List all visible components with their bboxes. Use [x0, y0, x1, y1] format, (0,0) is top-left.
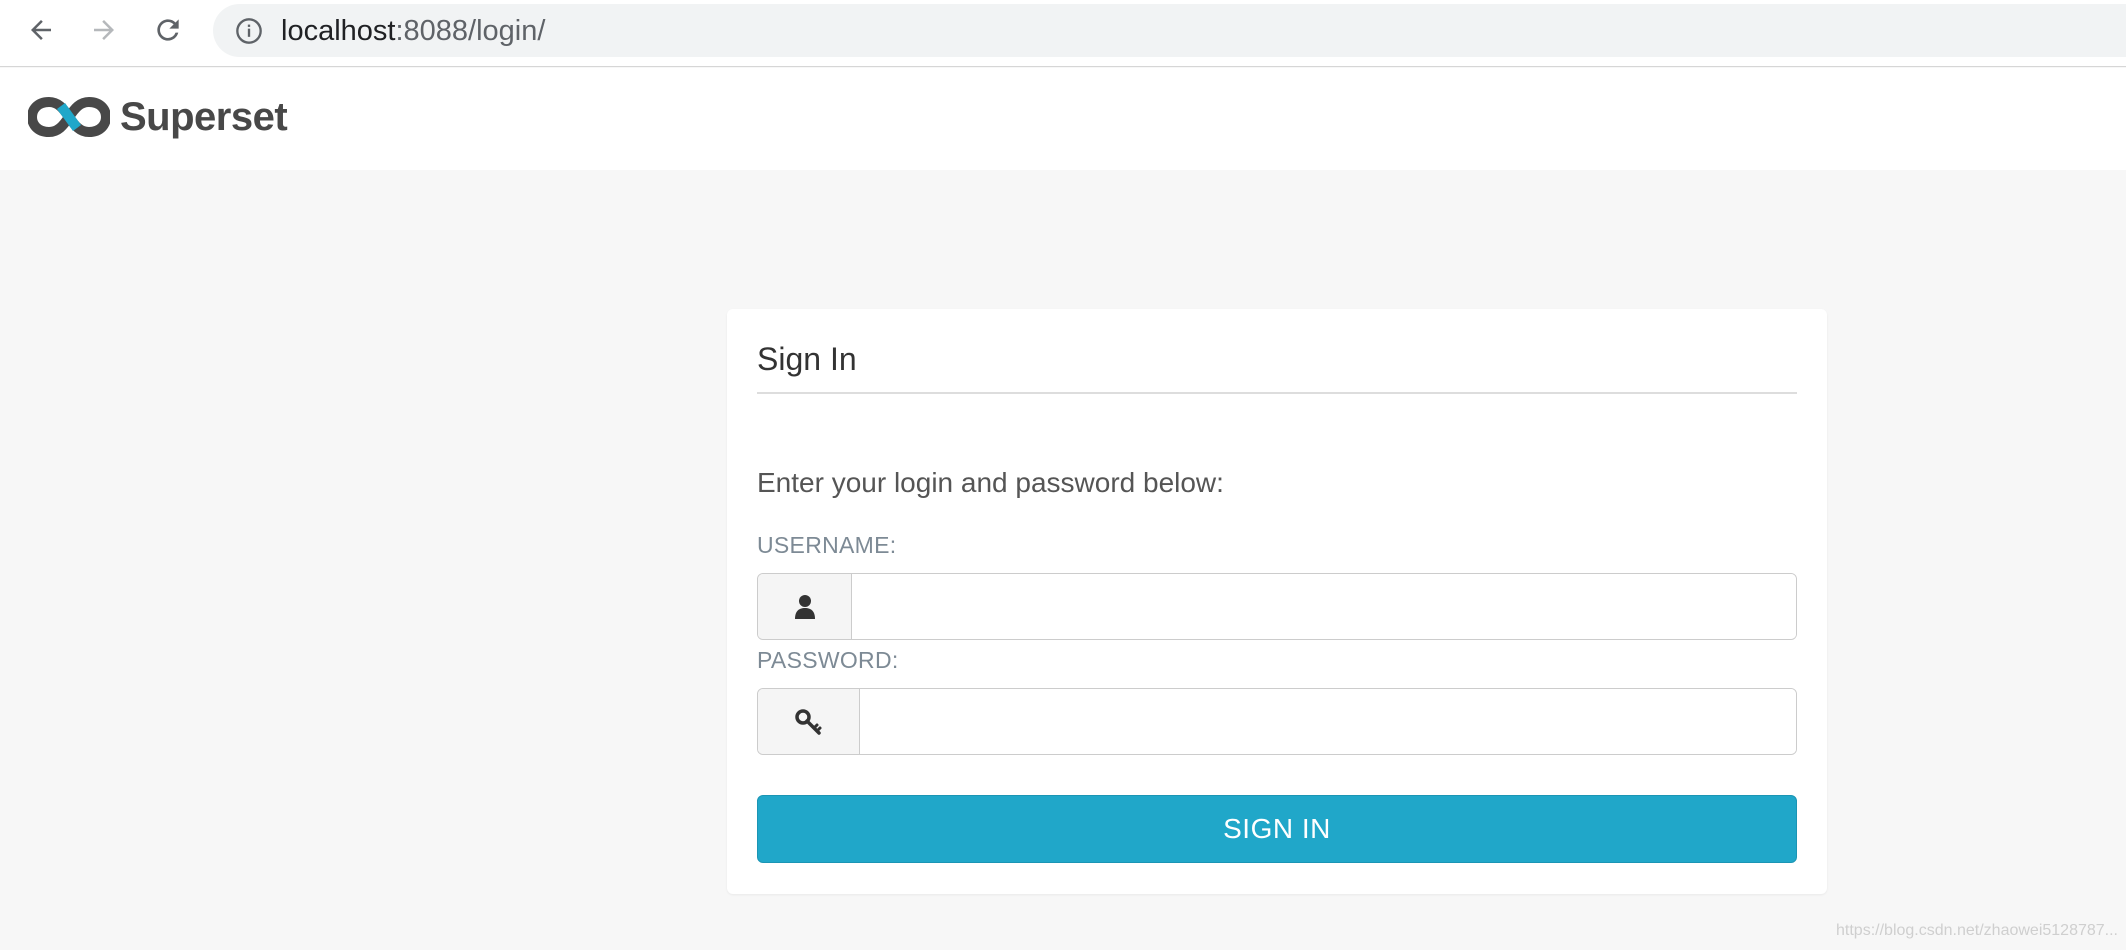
username-label: USERNAME: — [757, 532, 897, 558]
password-label: PASSWORD: — [757, 647, 899, 673]
username-input[interactable] — [852, 574, 1796, 639]
app-header: Superset — [0, 68, 2126, 170]
sign-in-button[interactable]: SIGN IN — [757, 795, 1797, 863]
back-arrow-icon[interactable] — [21, 10, 61, 50]
watermark: https://blog.csdn.net/zhaowei5128787... — [1836, 922, 2118, 939]
url-host: localhost — [281, 15, 396, 47]
key-icon — [794, 708, 821, 735]
brand-name: Superset — [120, 95, 288, 139]
info-icon[interactable] — [235, 17, 263, 45]
infinity-logo-icon — [28, 97, 110, 137]
user-icon — [794, 594, 815, 619]
login-instructions: Enter your login and password below: — [757, 467, 1224, 498]
reload-icon[interactable] — [148, 10, 188, 50]
login-panel: Sign In Enter your login and password be… — [727, 309, 1827, 894]
address-bar[interactable]: localhost:8088/login/ — [213, 4, 2126, 57]
username-input-group — [757, 573, 1797, 640]
username-addon — [758, 574, 852, 639]
password-addon — [758, 689, 860, 754]
password-input-group — [757, 688, 1797, 755]
forward-arrow-icon[interactable] — [84, 10, 124, 50]
url-path: :8088/login/ — [395, 15, 546, 47]
browser-toolbar: localhost:8088/login/ — [0, 0, 2126, 67]
url-text[interactable]: localhost:8088/login/ — [281, 15, 545, 47]
panel-title: Sign In — [757, 341, 857, 377]
password-input[interactable] — [860, 689, 1796, 754]
superset-logo[interactable]: Superset — [28, 94, 288, 140]
title-divider — [757, 392, 1797, 394]
